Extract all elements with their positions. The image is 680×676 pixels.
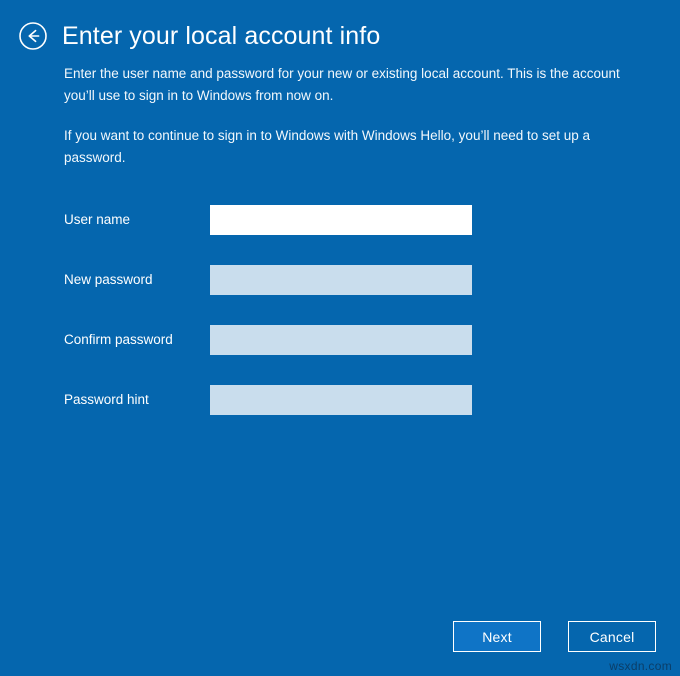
footer-button-bar: Next Cancel — [0, 621, 680, 653]
description-block: Enter the user name and password for you… — [64, 63, 626, 168]
cancel-button[interactable]: Cancel — [568, 621, 656, 652]
password-hint-input[interactable] — [210, 385, 472, 415]
password-hint-label: Password hint — [64, 392, 149, 407]
page-title: Enter your local account info — [62, 22, 381, 50]
watermark: wsxdn.com — [609, 659, 672, 673]
confirm-password-input[interactable] — [210, 325, 472, 355]
page-header: Enter your local account info — [18, 18, 380, 54]
field-row-new-password: New password — [0, 265, 680, 295]
local-account-setup-page: Enter your local account info Enter the … — [0, 0, 680, 676]
field-row-confirm-password: Confirm password — [0, 325, 680, 355]
new-password-label: New password — [64, 272, 153, 287]
user-name-label: User name — [64, 212, 131, 227]
next-button[interactable]: Next — [453, 621, 541, 652]
account-form: User name New password Confirm password … — [0, 205, 680, 415]
description-paragraph-2: If you want to continue to sign in to Wi… — [64, 128, 591, 165]
back-arrow-circle-icon[interactable] — [18, 21, 48, 51]
field-row-user-name: User name — [0, 205, 680, 235]
user-name-input[interactable] — [210, 205, 472, 235]
description-paragraph-1: Enter the user name and password for you… — [64, 66, 620, 103]
new-password-input[interactable] — [210, 265, 472, 295]
confirm-password-label: Confirm password — [64, 332, 173, 347]
field-row-password-hint: Password hint — [0, 385, 680, 415]
